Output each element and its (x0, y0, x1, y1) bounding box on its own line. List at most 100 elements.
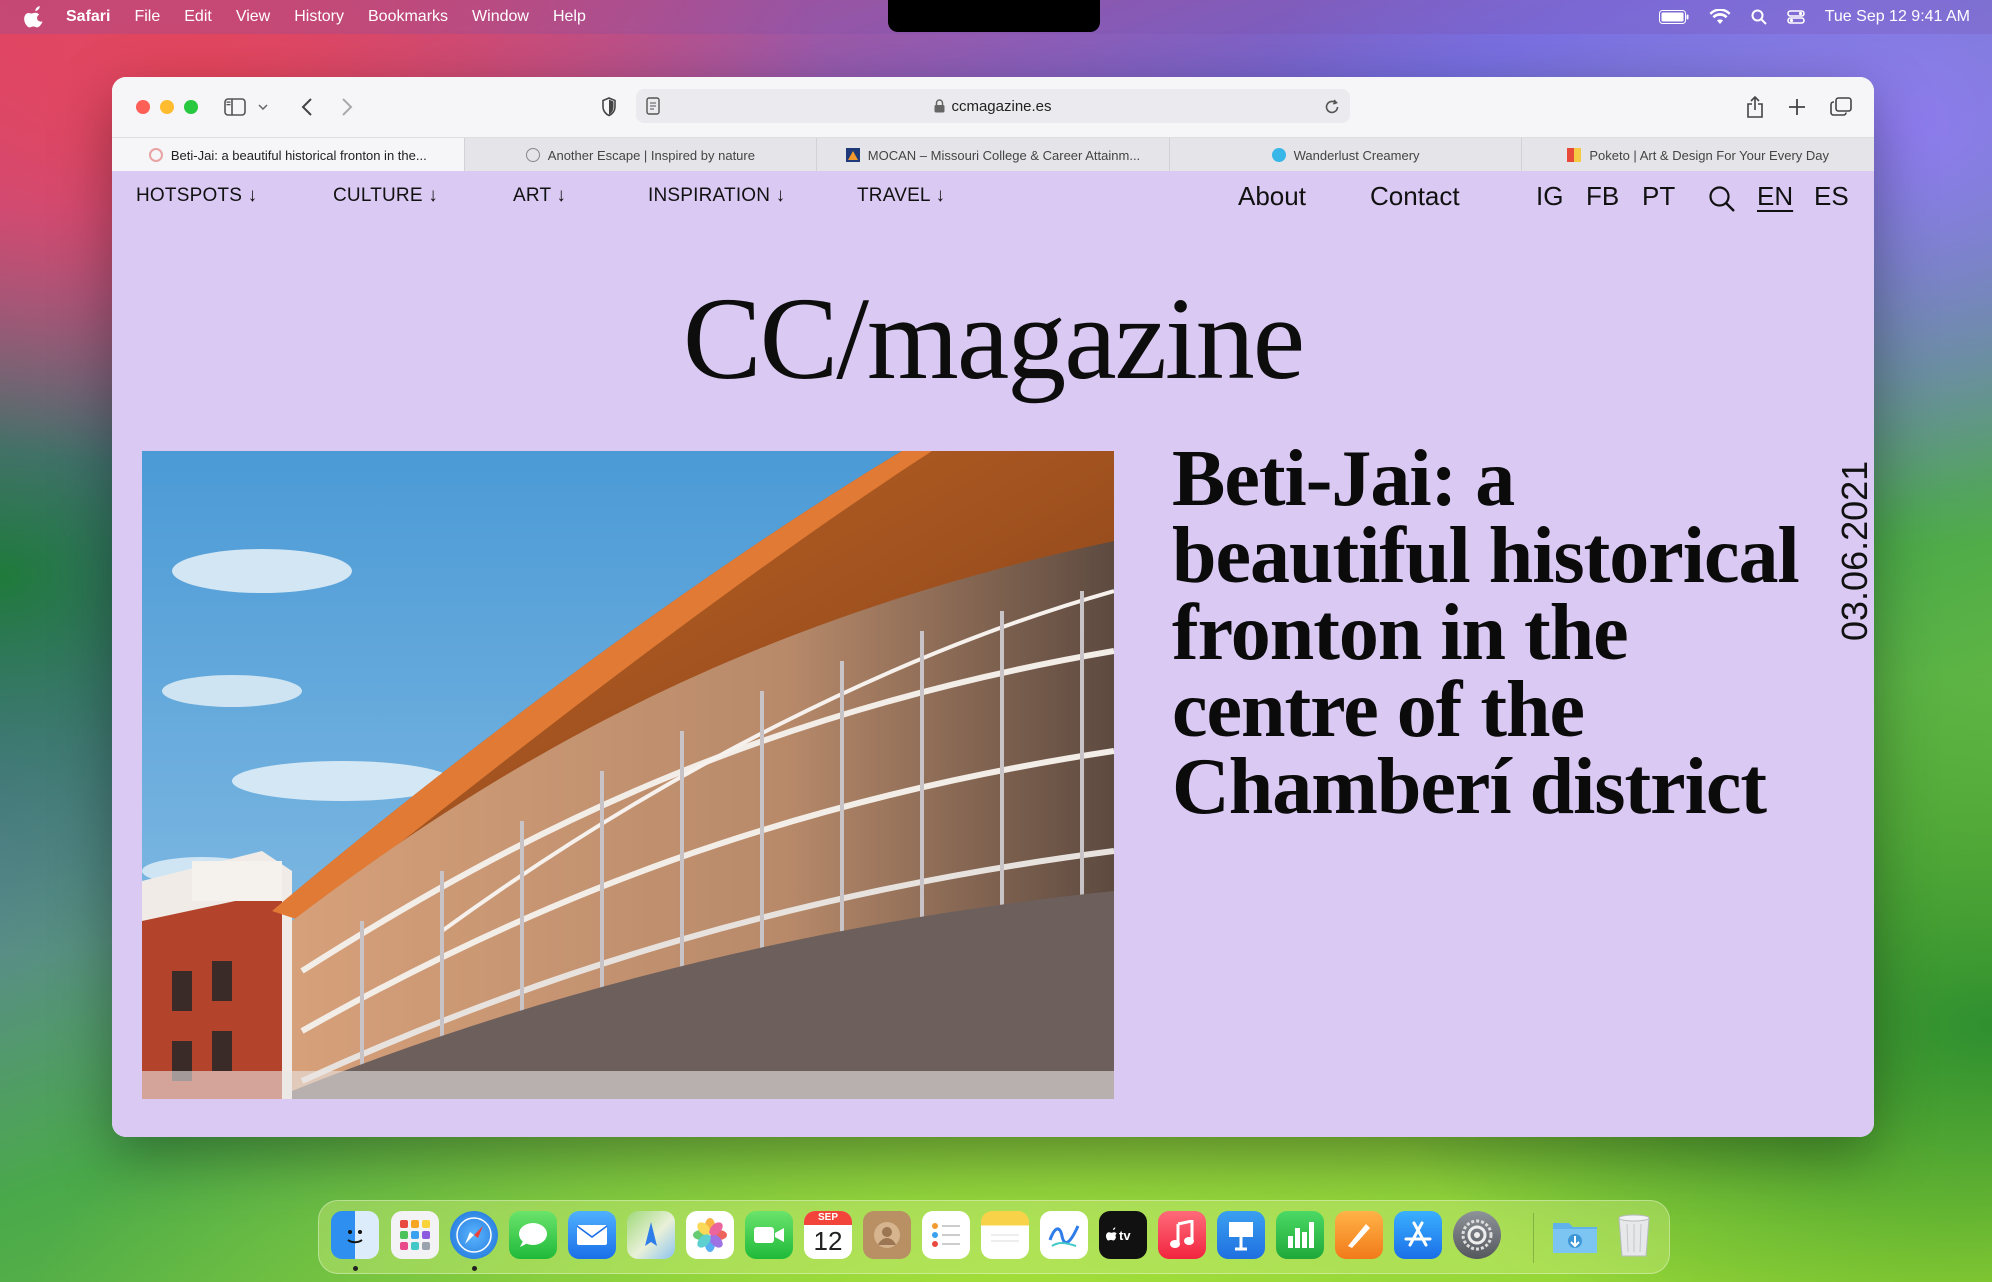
tab-another-escape[interactable]: Another Escape | Inspired by nature (465, 138, 818, 172)
close-window-button[interactable] (136, 100, 150, 114)
lang-en[interactable]: EN (1757, 181, 1793, 212)
sidebar-toggle-icon[interactable] (222, 94, 248, 120)
url-text: ccmagazine.es (951, 97, 1052, 115)
dock: SEP 12 tv (318, 1200, 1670, 1274)
music-icon[interactable] (1158, 1211, 1206, 1259)
reader-icon[interactable] (646, 97, 660, 115)
menu-history[interactable]: History (294, 8, 344, 26)
menu-file[interactable]: File (134, 8, 160, 26)
tab-favicon (1271, 148, 1286, 162)
facetime-icon[interactable] (745, 1211, 793, 1259)
dock-separator (1533, 1213, 1534, 1263)
tab-overview-icon[interactable] (1828, 94, 1854, 120)
menu-app-name[interactable]: Safari (66, 8, 110, 26)
nav-culture[interactable]: CULTURE ↓ (333, 185, 438, 207)
search-icon[interactable] (1708, 185, 1736, 213)
contacts-icon[interactable] (863, 1211, 911, 1259)
running-indicator (353, 1266, 358, 1271)
new-tab-icon[interactable] (1784, 94, 1810, 120)
calendar-icon[interactable]: SEP 12 (804, 1211, 852, 1259)
back-icon[interactable] (294, 94, 320, 120)
menu-view[interactable]: View (236, 8, 270, 26)
nav-instagram[interactable]: IG (1536, 181, 1563, 212)
article-title[interactable]: Beti-Jai: a beautiful historical fronton… (1172, 439, 1802, 827)
tab-beti-jai[interactable]: Beti-Jai: a beautiful historical fronton… (112, 138, 465, 172)
menu-bookmarks[interactable]: Bookmarks (368, 8, 448, 26)
keynote-icon[interactable] (1217, 1211, 1265, 1259)
tab-poketo[interactable]: Poketo | Art & Design For Your Every Day (1522, 138, 1874, 172)
nav-hotspots[interactable]: HOTSPOTS ↓ (136, 185, 257, 207)
forward-icon[interactable] (334, 94, 360, 120)
tab-bar: Beti-Jai: a beautiful historical fronton… (112, 137, 1874, 172)
menu-help[interactable]: Help (553, 8, 586, 26)
tv-icon[interactable]: tv (1099, 1211, 1147, 1259)
nav-travel[interactable]: TRAVEL ↓ (857, 185, 945, 207)
article-date-text: 03.06.2021 (1834, 460, 1874, 641)
tab-favicon (1567, 148, 1582, 162)
spotlight-search-icon[interactable] (1751, 9, 1767, 25)
tab-label: Poketo | Art & Design For Your Every Day (1589, 147, 1829, 163)
lang-es[interactable]: ES (1814, 181, 1849, 212)
menubar-clock[interactable]: Tue Sep 12 9:41 AM (1825, 8, 1970, 26)
finder-icon[interactable] (331, 1211, 379, 1259)
window-controls (136, 100, 198, 114)
browser-toolbar: ccmagazine.es (112, 77, 1874, 137)
trash-icon[interactable] (1610, 1211, 1658, 1259)
tab-label: Beti-Jai: a beautiful historical fronton… (170, 147, 427, 163)
downloads-icon[interactable] (1551, 1211, 1599, 1259)
safari-icon[interactable] (450, 1211, 498, 1259)
nav-about[interactable]: About (1238, 181, 1306, 212)
battery-icon[interactable] (1658, 10, 1689, 24)
notes-icon[interactable] (981, 1211, 1029, 1259)
apple-menu-icon[interactable] (24, 6, 46, 28)
fronton-illustration (142, 451, 1114, 1099)
nav-facebook[interactable]: FB (1586, 181, 1619, 212)
status-area: Tue Sep 12 9:41 AM (1658, 0, 1970, 34)
nav-art[interactable]: ART ↓ (513, 185, 566, 207)
numbers-icon[interactable] (1276, 1211, 1324, 1259)
reload-icon[interactable] (1324, 97, 1340, 115)
photos-icon[interactable] (686, 1211, 734, 1259)
nav-contact[interactable]: Contact (1370, 181, 1460, 212)
system-settings-icon[interactable] (1453, 1211, 1501, 1259)
control-center-icon[interactable] (1786, 9, 1805, 25)
tab-wanderlust[interactable]: Wanderlust Creamery (1170, 138, 1523, 172)
tab-favicon (148, 148, 163, 162)
tab-label: Another Escape | Inspired by nature (547, 147, 755, 163)
tab-favicon (845, 148, 860, 162)
article-hero-image[interactable] (142, 451, 1114, 1099)
share-icon[interactable] (1742, 94, 1768, 120)
chevron-down-icon[interactable] (250, 94, 276, 120)
camera-notch (888, 0, 1100, 32)
menu-window[interactable]: Window (472, 8, 529, 26)
tab-label: MOCAN – Missouri College & Career Attain… (867, 147, 1141, 163)
mail-icon[interactable] (568, 1211, 616, 1259)
site-navigation: HOTSPOTS ↓ CULTURE ↓ ART ↓ INSPIRATION ↓… (112, 171, 1874, 221)
wifi-icon[interactable] (1709, 9, 1731, 25)
site-logo[interactable]: CC/magazine (112, 271, 1874, 407)
tab-mocan[interactable]: MOCAN – Missouri College & Career Attain… (817, 138, 1170, 172)
safari-window: ccmagazine.es Beti-Jai: a beautiful hist… (112, 77, 1874, 1137)
tab-favicon (525, 148, 540, 162)
nav-inspiration[interactable]: INSPIRATION ↓ (648, 185, 785, 207)
article-date: 03.06.2021 (1830, 451, 1874, 641)
zoom-window-button[interactable] (184, 100, 198, 114)
calendar-day: 12 (813, 1226, 843, 1256)
menu-edit[interactable]: Edit (184, 8, 212, 26)
launchpad-icon[interactable] (391, 1211, 439, 1259)
lock-icon (934, 99, 945, 113)
app-store-icon[interactable] (1394, 1211, 1442, 1259)
freeform-icon[interactable] (1040, 1211, 1088, 1259)
web-page: HOTSPOTS ↓ CULTURE ↓ ART ↓ INSPIRATION ↓… (112, 171, 1874, 1137)
maps-icon[interactable] (627, 1211, 675, 1259)
tab-label: Wanderlust Creamery (1293, 147, 1420, 163)
minimize-window-button[interactable] (160, 100, 174, 114)
nav-pinterest[interactable]: PT (1642, 181, 1675, 212)
svg-text:tv: tv (1119, 1228, 1131, 1243)
pages-icon[interactable] (1335, 1211, 1383, 1259)
reminders-icon[interactable] (922, 1211, 970, 1259)
running-indicator (472, 1266, 477, 1271)
privacy-shield-icon[interactable] (596, 94, 622, 120)
messages-icon[interactable] (509, 1211, 557, 1259)
address-bar[interactable]: ccmagazine.es (636, 89, 1350, 123)
